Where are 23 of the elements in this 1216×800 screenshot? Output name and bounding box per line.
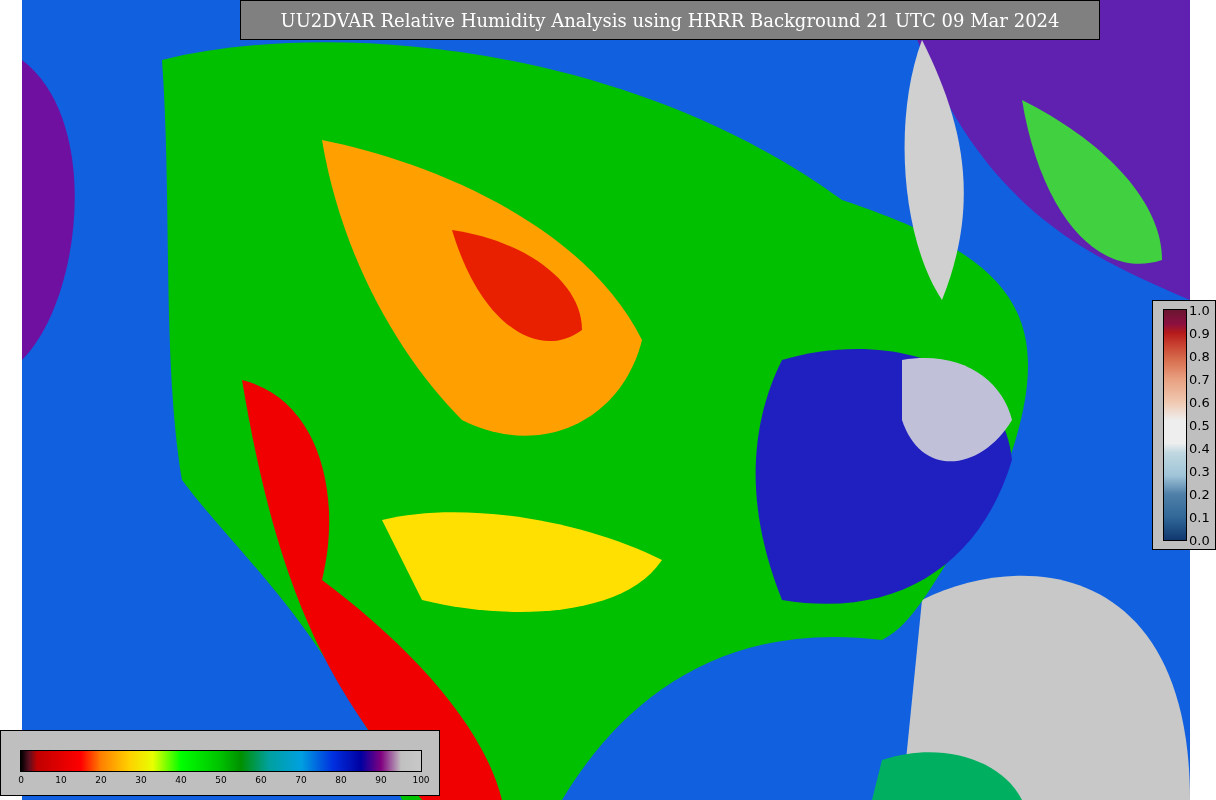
colorbar-tick-label: 20 bbox=[95, 775, 107, 785]
colorbar-tick-label: 0.9 bbox=[1189, 325, 1210, 341]
colorbar-tick-label: 0.0 bbox=[1189, 532, 1210, 548]
colorbar-tick-label: 1.0 bbox=[1189, 302, 1210, 318]
colorbar-tick-label: 100 bbox=[412, 775, 430, 785]
colorbar-tick-label: 80 bbox=[335, 775, 347, 785]
colorbar-tick-label: 0.2 bbox=[1189, 486, 1210, 502]
colorbar-tick-label: 60 bbox=[255, 775, 267, 785]
colorbar-tick-label: 50 bbox=[215, 775, 227, 785]
map-title: UU2DVAR Relative Humidity Analysis using HRRR Background 21 UTC 09 Mar 2024 bbox=[240, 0, 1100, 40]
colorbar-tick-label: 0.5 bbox=[1189, 417, 1210, 433]
colorbar-tick-label: 0.7 bbox=[1189, 371, 1210, 387]
colorbar-tick-label: 0.3 bbox=[1189, 463, 1210, 479]
colorbar-tick-label: 0.6 bbox=[1189, 394, 1210, 410]
colorbar-tick-label: 0.1 bbox=[1189, 509, 1210, 525]
colorbar-tick-label: 0.4 bbox=[1189, 440, 1210, 456]
colorbar-tick-label: 40 bbox=[175, 775, 187, 785]
colorbar-tick-label: 0 bbox=[18, 775, 24, 785]
colorbar-tick-label: 70 bbox=[295, 775, 307, 785]
colorbar-tick-label: 10 bbox=[55, 775, 67, 785]
colorbar-tick-label: 90 bbox=[375, 775, 387, 785]
colorbar-tick-label: 30 bbox=[135, 775, 147, 785]
colorbar-tick-label: 0.8 bbox=[1189, 348, 1210, 364]
